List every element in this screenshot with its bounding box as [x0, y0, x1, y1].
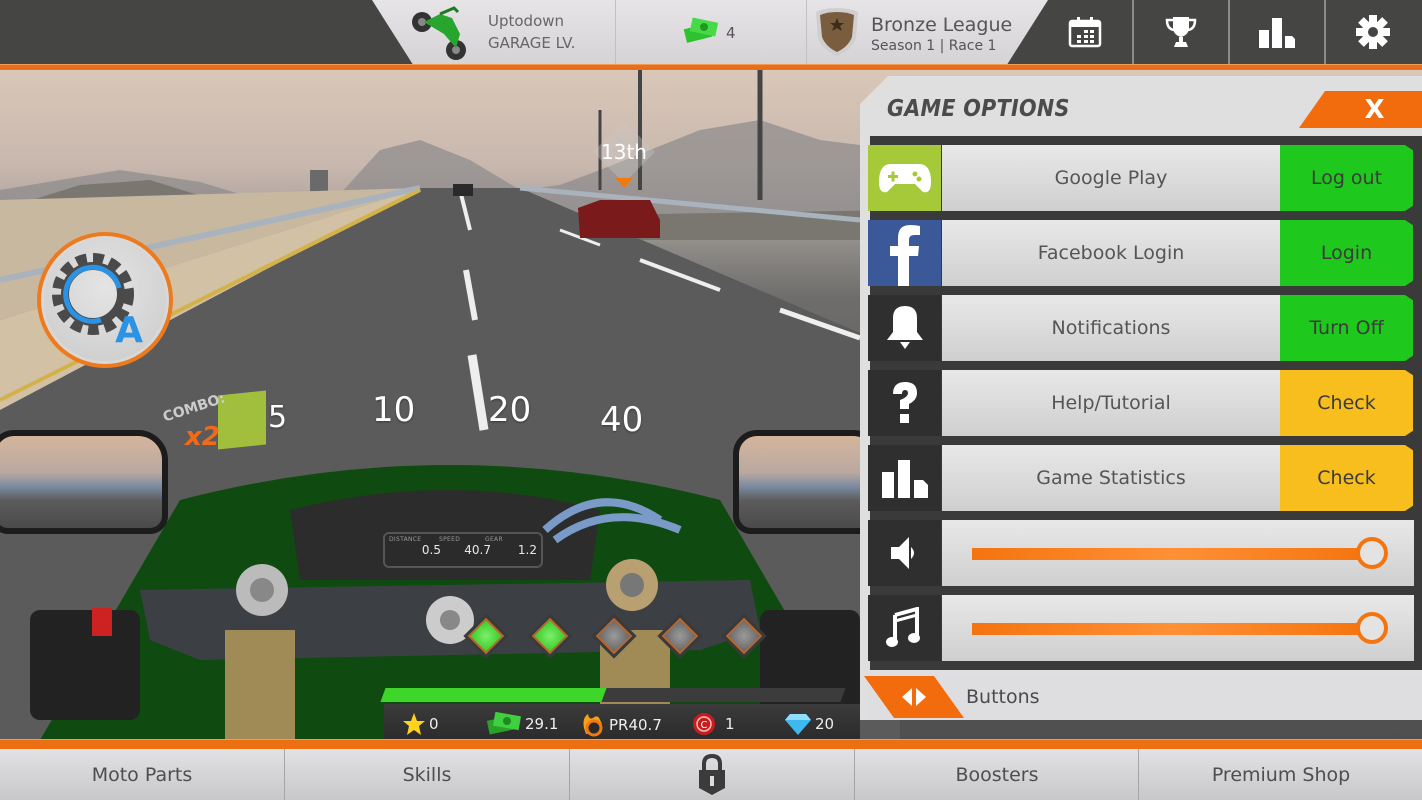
- speed-flame-icon: [583, 714, 603, 737]
- bike-dashboard: DISTANCE 0.5 SPEED 40.7 GEAR 1.2: [383, 532, 543, 568]
- option-label: Game Statistics: [942, 445, 1280, 511]
- distance-label: DISTANCE: [389, 536, 422, 543]
- option-row-google-play: Google Play Log out: [868, 145, 1414, 211]
- speed-tick: 10: [372, 390, 416, 430]
- cash-count: 4: [726, 24, 736, 42]
- speed-tick: 40: [600, 400, 644, 440]
- bottom-accent-stripe: [0, 739, 1422, 749]
- speed-tick: 5: [268, 400, 288, 435]
- auto-transmission-button[interactable]: A: [37, 232, 173, 368]
- tab-skills[interactable]: Skills: [285, 749, 569, 800]
- distant-car: [453, 184, 473, 196]
- boost-bar-fill: [380, 688, 607, 702]
- distance-value: 0.5: [421, 543, 441, 557]
- star-icon: [403, 713, 425, 735]
- hud-stars: 0: [402, 712, 439, 736]
- garage-level-label: GARAGE LV.: [488, 34, 576, 52]
- option-label: Help/Tutorial: [942, 370, 1280, 436]
- leaderboard-button[interactable]: [1230, 0, 1324, 64]
- gamepad-icon: [868, 145, 941, 211]
- tab-premium-shop[interactable]: Premium Shop: [1139, 749, 1422, 800]
- settings-button[interactable]: [1326, 0, 1420, 64]
- coin-icon: C: [693, 713, 715, 735]
- svg-text:A: A: [115, 310, 143, 351]
- svg-text:C: C: [701, 720, 708, 731]
- league-name: Bronze League: [871, 14, 1013, 36]
- coins-count: 1: [725, 715, 735, 733]
- performance-rating: PR40.7: [609, 716, 662, 734]
- garage-name: Uptodown: [488, 12, 565, 30]
- option-row-notifications: Notifications Turn Off: [868, 295, 1414, 361]
- diamonds-count: 20: [815, 715, 835, 733]
- dirt-bike-icon[interactable]: [410, 4, 480, 62]
- top-accent-stripe: [0, 64, 1422, 70]
- bar-chart-icon: [1259, 18, 1295, 48]
- speaker-icon: [868, 520, 941, 586]
- speed-tick: 20: [488, 390, 532, 430]
- facebook-icon: [868, 220, 941, 286]
- option-row-help-tutorial: Help/Tutorial Check: [868, 370, 1414, 436]
- tab-boosters[interactable]: Boosters: [855, 749, 1139, 800]
- slider-thumb[interactable]: [1356, 612, 1388, 644]
- cash-amount: 29.1: [525, 715, 559, 733]
- music-note-icon: [868, 595, 941, 661]
- speed-label: SPEED: [439, 536, 461, 543]
- bar-chart-icon: [868, 445, 941, 511]
- position-arrow-icon: [615, 178, 633, 188]
- music-volume-slider[interactable]: [942, 595, 1414, 661]
- calendar-button[interactable]: [1038, 0, 1132, 64]
- tab-locked[interactable]: [570, 749, 854, 800]
- hud-coins: C 1: [692, 712, 735, 736]
- notifications-action-button[interactable]: Turn Off: [1280, 295, 1413, 361]
- slider-fill: [972, 548, 1372, 560]
- option-label: Notifications: [942, 295, 1280, 361]
- facebook-login-action-button[interactable]: Login: [1280, 220, 1413, 286]
- sound-volume-slider[interactable]: [942, 520, 1414, 586]
- diamond-icon: [785, 714, 811, 735]
- hud-cash: 29.1: [486, 712, 558, 736]
- cash-icon: [683, 17, 719, 43]
- race-position: 13th: [601, 140, 647, 164]
- tab-moto-parts[interactable]: Moto Parts: [0, 749, 284, 800]
- gear-value: 1.2: [517, 543, 537, 557]
- option-label: Facebook Login: [942, 220, 1280, 286]
- boost-bar: [380, 688, 846, 702]
- auto-gear-icon: A: [52, 253, 143, 351]
- hud-performance-rating: PR40.7: [580, 712, 662, 738]
- league-season-race: Season 1 | Race 1: [871, 38, 997, 54]
- hud-diamonds: 20: [784, 712, 834, 736]
- divider: [615, 0, 616, 64]
- gear-label: GEAR: [485, 536, 503, 543]
- slider-track[interactable]: [972, 537, 1388, 569]
- calendar-icon: [1068, 17, 1102, 48]
- lock-icon: [699, 753, 725, 795]
- close-icon: X: [1364, 94, 1385, 125]
- trophy-icon: [1165, 17, 1197, 47]
- buttons-label: Buttons: [966, 686, 1040, 708]
- stars-count: 0: [429, 715, 439, 733]
- bronze-shield-icon: [816, 8, 858, 56]
- option-row-facebook-login: Facebook Login Login: [868, 220, 1414, 286]
- cash-icon: [486, 712, 522, 735]
- help-tutorial-action-button[interactable]: Check: [1280, 370, 1413, 436]
- bell-icon: [868, 295, 941, 361]
- speed-value: 40.7: [464, 543, 491, 557]
- slider-thumb[interactable]: [1356, 537, 1388, 569]
- slider-fill: [972, 623, 1372, 635]
- option-row-game-statistics: Game Statistics Check: [868, 445, 1414, 511]
- game-statistics-action-button[interactable]: Check: [1280, 445, 1413, 511]
- gear-icon: [1356, 15, 1390, 49]
- slider-track[interactable]: [972, 612, 1388, 644]
- sound-volume-row: [868, 520, 1414, 586]
- race-hud: 0 29.1 PR40.7 C 1 20: [384, 704, 860, 742]
- question-icon: [868, 370, 941, 436]
- panel-title: GAME OPTIONS: [887, 96, 1070, 122]
- option-label: Google Play: [942, 145, 1280, 211]
- trophy-button[interactable]: [1134, 0, 1228, 64]
- google-play-action-button[interactable]: Log out: [1280, 145, 1413, 211]
- divider: [806, 0, 807, 64]
- music-volume-row: [868, 595, 1414, 661]
- opponent-car: [578, 200, 660, 238]
